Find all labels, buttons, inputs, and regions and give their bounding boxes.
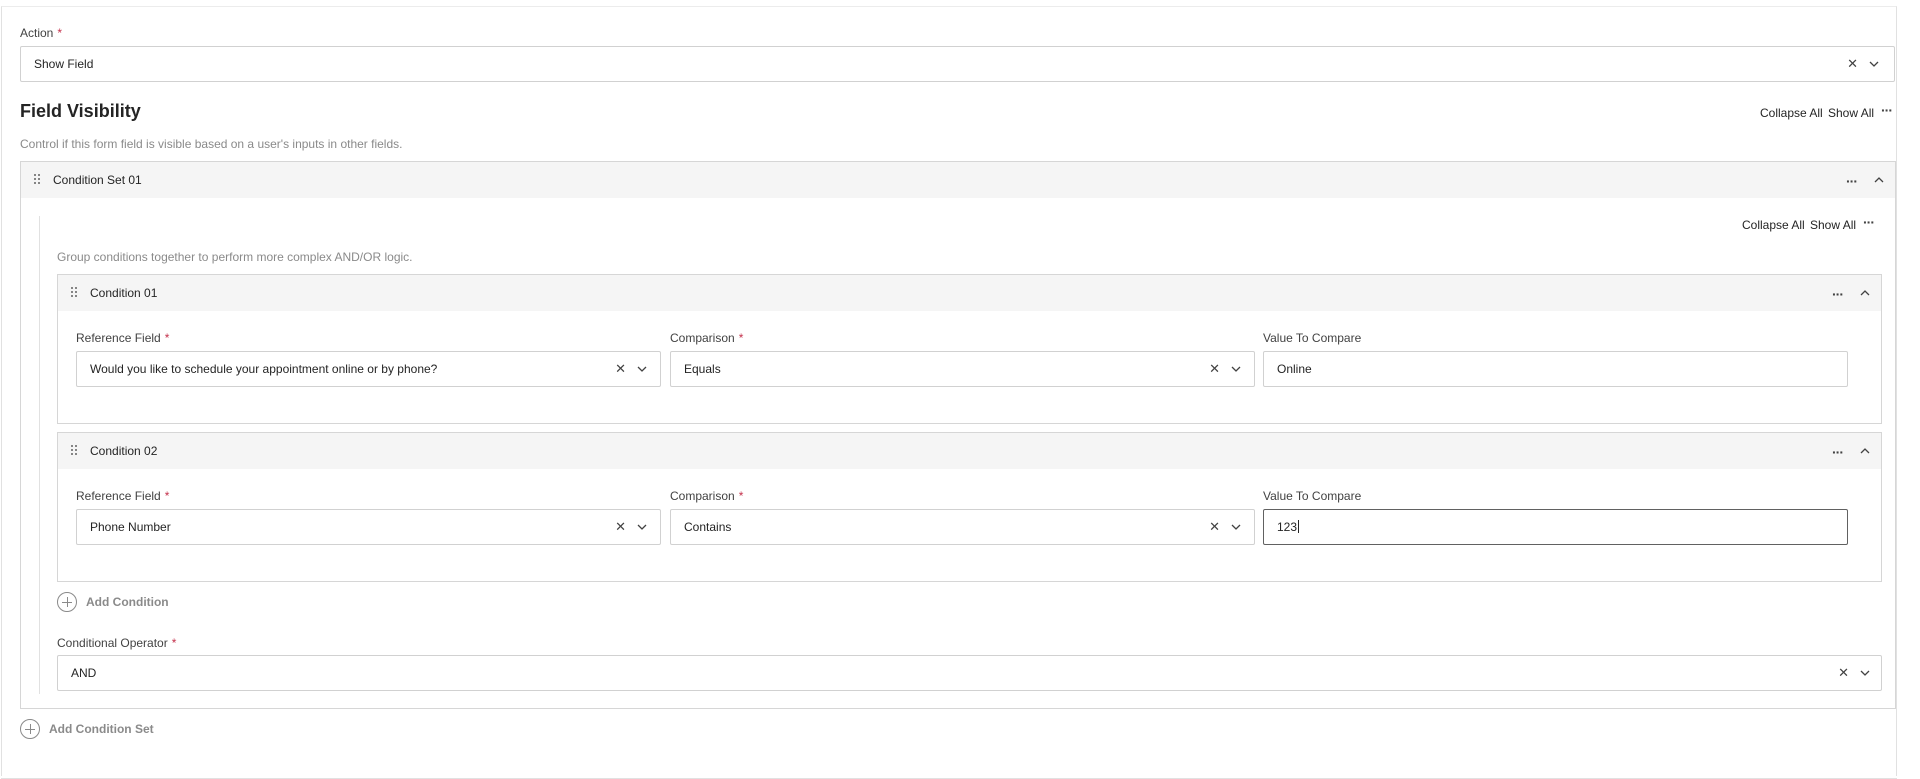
chevron-down-icon[interactable] [1230,363,1242,375]
conditional-operator-value: AND [71,666,97,680]
chevron-down-icon[interactable] [1859,667,1871,679]
more-horizontal-icon[interactable]: ··· [1863,215,1875,229]
reference-field-select[interactable]: Phone Number ✕ [76,509,661,545]
comparison-label: Comparison * [670,489,744,503]
comparison-select[interactable]: Contains ✕ [670,509,1255,545]
conditional-operator-label: Conditional Operator * [57,636,177,650]
action-select[interactable]: Show Field ✕ [20,46,1895,82]
close-icon[interactable]: ✕ [1209,510,1220,544]
close-icon[interactable]: ✕ [615,352,626,386]
field-visibility-description: Control if this form field is visible ba… [20,137,403,151]
close-icon[interactable]: ✕ [615,510,626,544]
value-to-compare-label: Value To Compare [1263,489,1362,503]
condition-set-header[interactable]: Condition Set 01 ··· [21,162,1895,198]
close-icon[interactable]: ✕ [1838,656,1849,690]
comparison-label: Comparison * [670,331,744,345]
drag-handle-icon[interactable] [70,286,78,298]
drag-handle-icon[interactable] [33,173,41,185]
close-icon[interactable]: ✕ [1847,47,1858,81]
field-visibility-title: Field Visibility [20,101,141,121]
chevron-down-icon[interactable] [636,363,648,375]
value-to-compare-input[interactable]: 123 [1263,509,1848,545]
comparison-select[interactable]: Equals ✕ [670,351,1255,387]
chevron-up-icon[interactable] [1859,445,1871,457]
value-to-compare-value: Online [1277,362,1312,376]
more-horizontal-icon[interactable]: ··· [1832,287,1844,301]
close-icon[interactable]: ✕ [1209,352,1220,386]
condition-header[interactable]: Condition 02 ··· [58,433,1881,469]
value-to-compare-input[interactable]: Online [1263,351,1848,387]
collapse-all-button[interactable]: Collapse All [1760,106,1823,120]
reference-field-value: Phone Number [90,520,171,534]
more-horizontal-icon[interactable]: ··· [1846,174,1858,188]
add-circle-icon [57,592,77,612]
comparison-value: Contains [684,520,732,534]
reference-field-select[interactable]: Would you like to schedule your appointm… [76,351,661,387]
indent-rule [39,216,40,694]
condition-title: Condition 02 [90,444,158,458]
text-caret [1298,520,1300,533]
condition-set-panel: Condition Set 01 ··· Collapse All Show A… [20,161,1896,709]
add-condition-button[interactable]: Add Condition [57,592,169,612]
add-condition-set-button[interactable]: Add Condition Set [20,719,154,739]
more-horizontal-icon[interactable]: ··· [1881,103,1893,117]
condition-title: Condition 01 [90,286,158,300]
chevron-down-icon[interactable] [1868,58,1880,70]
more-horizontal-icon[interactable]: ··· [1832,445,1844,459]
reference-field-label: Reference Field * [76,489,170,503]
action-select-value: Show Field [34,57,94,71]
add-circle-icon [20,719,40,739]
action-label: Action * [20,26,63,40]
comparison-value: Equals [684,362,721,376]
condition-panel: Condition 02 ··· Reference Field * Phone … [57,432,1882,582]
chevron-up-icon[interactable] [1873,174,1885,186]
show-all-button[interactable]: Show All [1828,106,1874,120]
condition-set-description: Group conditions together to perform mor… [57,250,413,264]
condition-set-title: Condition Set 01 [53,173,142,187]
reference-field-label: Reference Field * [76,331,170,345]
show-all-button[interactable]: Show All [1810,218,1856,232]
condition-header[interactable]: Condition 01 ··· [58,275,1881,311]
collapse-all-button[interactable]: Collapse All [1742,218,1805,232]
chevron-down-icon[interactable] [636,521,648,533]
condition-panel: Condition 01 ··· Reference Field * Would … [57,274,1882,424]
drag-handle-icon[interactable] [70,444,78,456]
value-to-compare-value: 123 [1277,520,1300,534]
reference-field-value: Would you like to schedule your appointm… [90,362,438,376]
chevron-up-icon[interactable] [1859,287,1871,299]
chevron-down-icon[interactable] [1230,521,1242,533]
value-to-compare-label: Value To Compare [1263,331,1362,345]
conditional-operator-select[interactable]: AND ✕ [57,655,1882,691]
